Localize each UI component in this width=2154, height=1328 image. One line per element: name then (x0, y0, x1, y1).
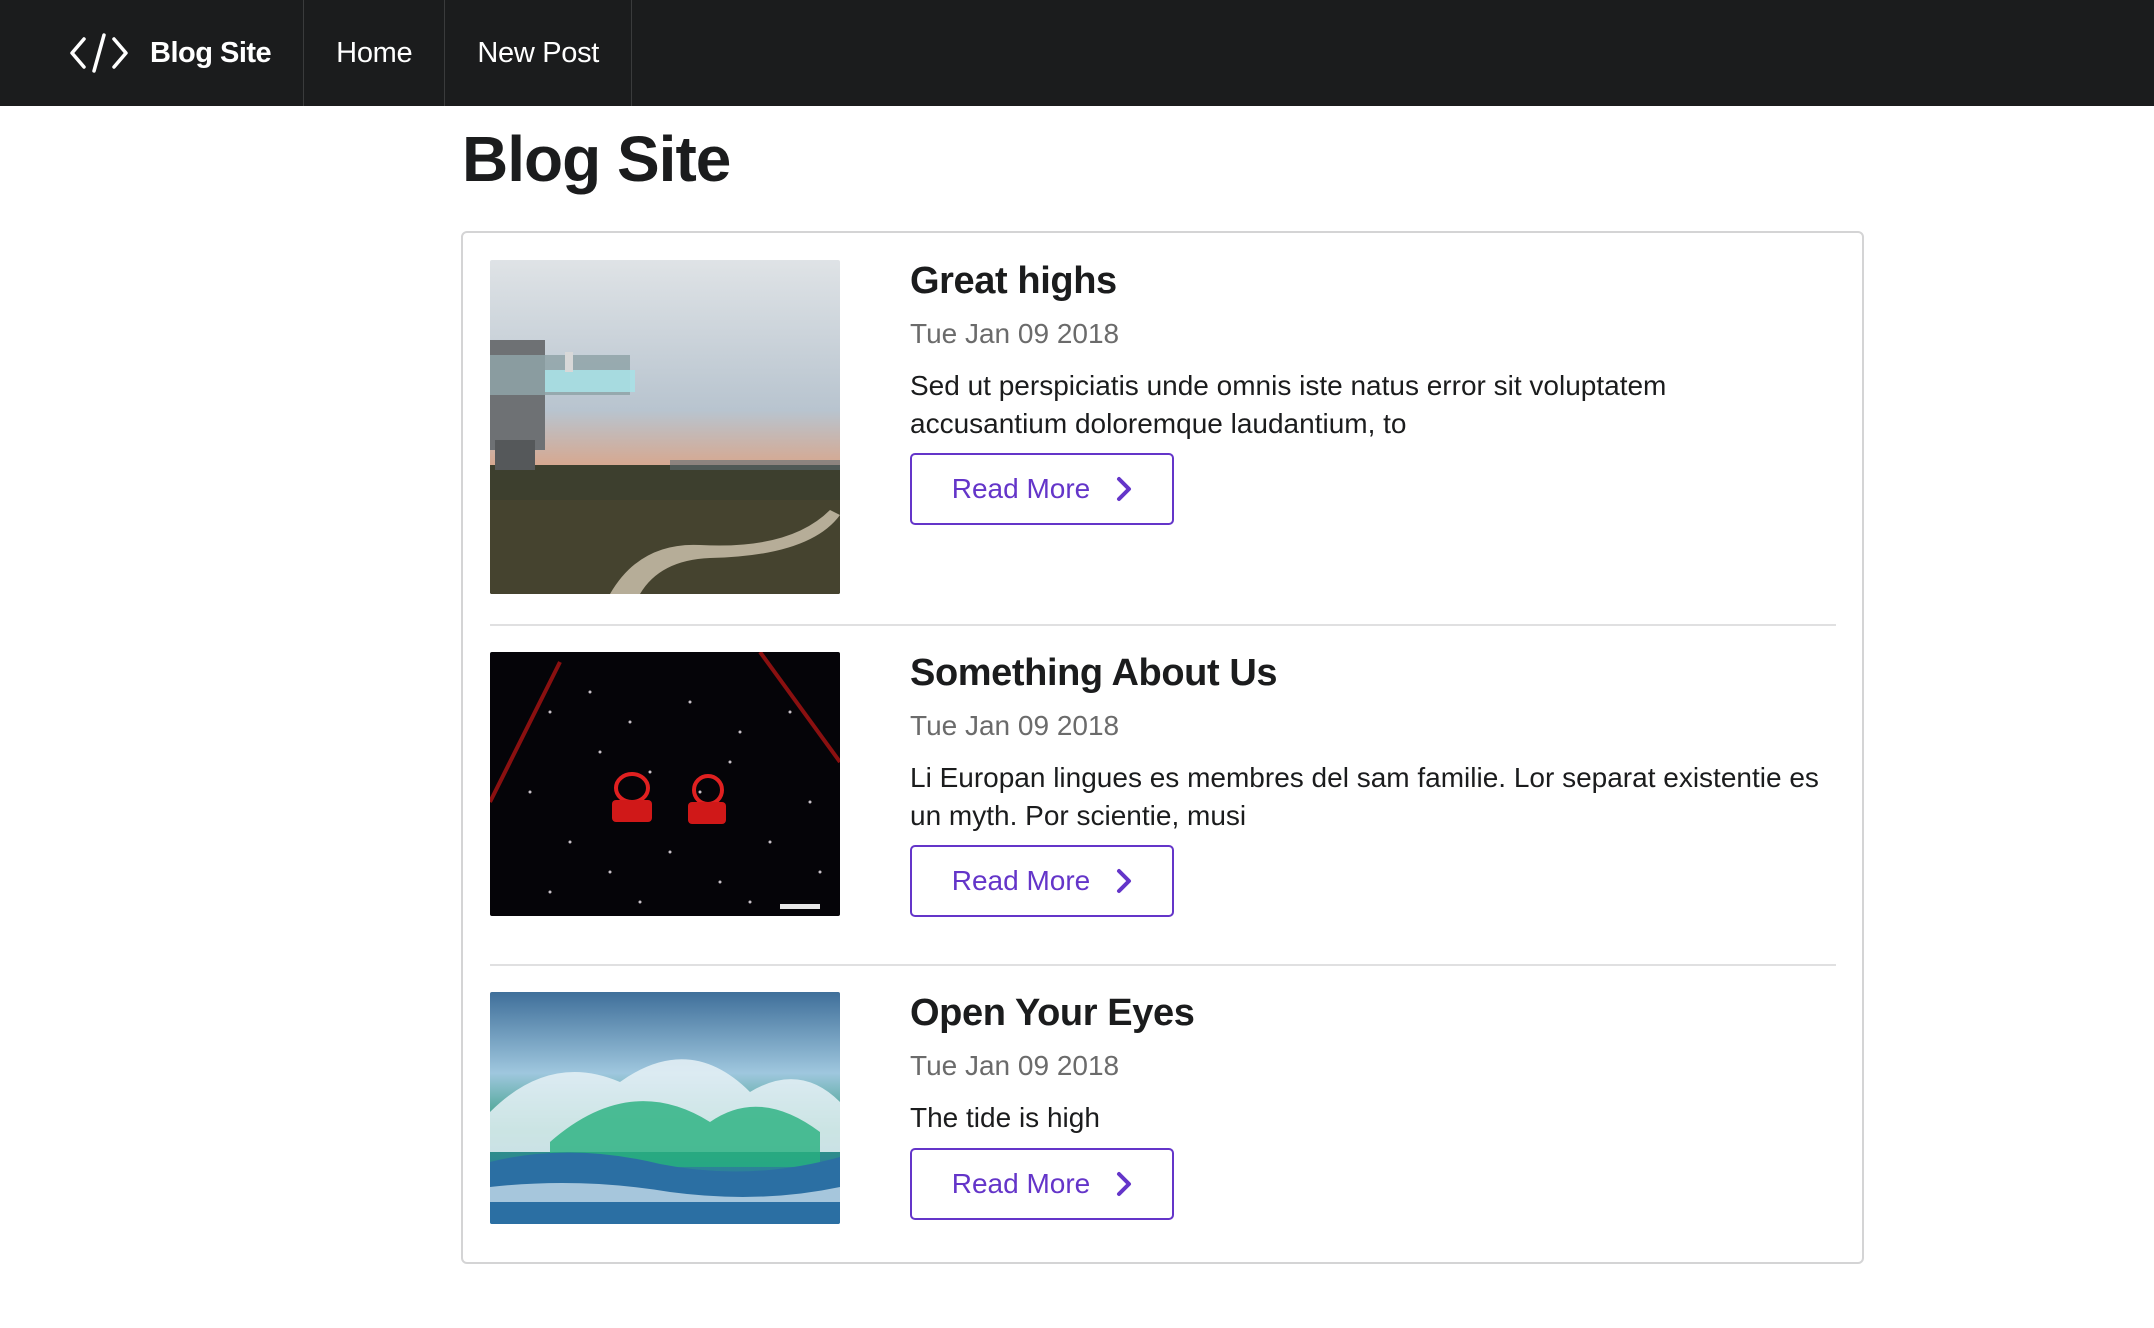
read-more-label: Read More (951, 865, 1091, 896)
post-thumbnail-image[interactable] (490, 652, 840, 916)
nav-item-new-post[interactable]: New Post (445, 0, 633, 106)
post-date: Tue Jan 09 2018 (910, 1050, 1120, 1081)
post-divider (490, 624, 1836, 626)
nav-brand[interactable]: Blog Site (0, 0, 305, 106)
post-excerpt: Li Europan lingues es membres del sam fa… (910, 762, 1819, 831)
chevron-right-icon (1116, 1171, 1132, 1197)
post-date: Tue Jan 09 2018 (910, 318, 1120, 349)
read-more-label: Read More (951, 473, 1091, 504)
read-more-label: Read More (951, 1168, 1091, 1199)
nav-item-home[interactable]: Home (304, 0, 446, 106)
chevron-right-icon (1116, 868, 1132, 894)
post-divider (490, 964, 1836, 966)
read-more-button[interactable]: Read More (910, 845, 1174, 917)
top-navbar: Blog Site Home New Post (0, 0, 2154, 106)
post-item: Open Your Eyes Tue Jan 09 2018 The tide … (490, 992, 1836, 1224)
read-more-button[interactable]: Read More (910, 453, 1174, 525)
post-item: Great highs Tue Jan 09 2018 Sed ut persp… (490, 260, 1836, 596)
post-thumbnail-image[interactable] (490, 260, 840, 594)
post-excerpt: The tide is high (910, 1102, 1100, 1133)
page-title: Blog Site (462, 123, 731, 195)
post-excerpt: Sed ut perspiciatis unde omnis iste natu… (910, 370, 1667, 439)
post-thumbnail-image[interactable] (490, 992, 840, 1224)
chevron-right-icon (1116, 476, 1132, 502)
code-icon (70, 33, 128, 73)
post-title[interactable]: Open Your Eyes (910, 992, 1195, 1035)
post-title[interactable]: Great highs (910, 260, 1117, 303)
nav-brand-label: Blog Site (150, 36, 272, 69)
post-item: Something About Us Tue Jan 09 2018 Li Eu… (490, 652, 1836, 918)
read-more-button[interactable]: Read More (910, 1148, 1174, 1220)
post-title[interactable]: Something About Us (910, 652, 1278, 695)
posts-list: Great highs Tue Jan 09 2018 Sed ut persp… (461, 231, 1864, 1264)
post-date: Tue Jan 09 2018 (910, 710, 1120, 741)
